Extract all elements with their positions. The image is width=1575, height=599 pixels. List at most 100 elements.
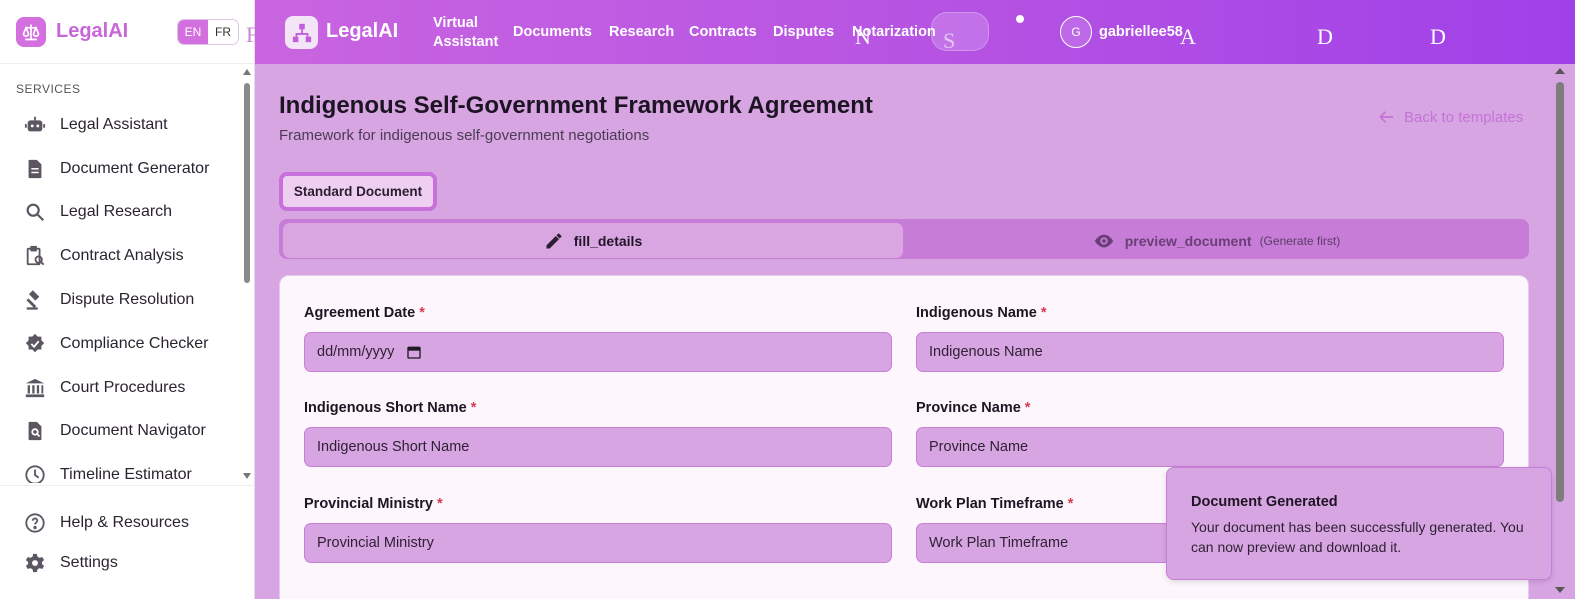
- nav-pill-button[interactable]: [931, 12, 989, 51]
- sidebar-item-help[interactable]: Help & Resources: [0, 503, 255, 543]
- back-link-label: Back to templates: [1404, 108, 1524, 126]
- sidebar-header: LegalAI EN FR F: [0, 0, 258, 64]
- sidebar-footer: Help & Resources Settings: [0, 485, 255, 583]
- sidebar-item-label: Timeline Estimator: [60, 466, 192, 483]
- notification-dot: [1016, 15, 1024, 23]
- sidebar-item-document-navigator[interactable]: Document Navigator: [0, 410, 240, 454]
- work-plan-timeframe-label: Work Plan Timeframe *: [916, 496, 1073, 512]
- scroll-down-arrow-icon[interactable]: [241, 471, 253, 481]
- toast-title: Document Generated: [1191, 494, 1338, 510]
- required-mark: *: [1040, 305, 1047, 321]
- lang-en-button[interactable]: EN: [178, 20, 208, 44]
- nav-disputes[interactable]: Disputes: [773, 24, 834, 40]
- avatar[interactable]: G: [1060, 16, 1092, 48]
- lang-fr-button[interactable]: FR: [208, 20, 238, 44]
- required-mark: *: [436, 496, 443, 512]
- sidebar-item-label: Document Navigator: [60, 422, 206, 440]
- arrow-left-icon: [1379, 111, 1393, 123]
- sidebar-item-court-procedures[interactable]: Court Procedures: [0, 366, 240, 410]
- sidebar-item-compliance-checker[interactable]: Compliance Checker: [0, 322, 240, 366]
- sidebar: LegalAI EN FR F SERVICES Legal Assistant…: [0, 0, 258, 599]
- tab-fill-details[interactable]: fill_details: [283, 223, 903, 258]
- indigenous-short-name-field[interactable]: [304, 427, 892, 467]
- tab-hint: (Generate first): [1259, 233, 1341, 248]
- calendar-icon[interactable]: [406, 344, 422, 360]
- nav-glyph-d2: D: [1430, 24, 1446, 49]
- agreement-date-field[interactable]: dd/mm/yyyy: [304, 332, 892, 372]
- pencil-icon: [546, 233, 562, 248]
- sidebar-item-label: Compliance Checker: [60, 334, 209, 352]
- agreement-date-label: Agreement Date *: [304, 305, 425, 321]
- document-search-icon: [24, 420, 46, 442]
- sidebar-item-document-generator[interactable]: Document Generator: [0, 147, 240, 191]
- nav-glyph-d1: D: [1317, 24, 1333, 49]
- scroll-up-arrow-icon[interactable]: [241, 67, 253, 77]
- tab-bar: fill_details preview_document (Generate …: [279, 219, 1529, 259]
- sidebar-item-label: Court Procedures: [60, 378, 186, 396]
- clock-icon: [24, 464, 46, 483]
- scroll-down-arrow-icon[interactable]: [1553, 585, 1567, 595]
- province-name-field[interactable]: [916, 427, 1504, 467]
- date-placeholder: dd/mm/yyyy: [317, 344, 395, 360]
- gear-icon: [24, 552, 46, 574]
- sidebar-item-label: Settings: [60, 554, 118, 571]
- sidebar-scrollbar[interactable]: [241, 67, 253, 482]
- nav-contracts[interactable]: Contracts: [689, 24, 757, 40]
- provincial-ministry-field[interactable]: [304, 523, 892, 563]
- top-navigation-bar: LegalAI Virtual Assistant Documents Rese…: [255, 0, 1575, 64]
- standard-document-button[interactable]: Standard Document: [279, 172, 437, 211]
- document-icon: [24, 158, 46, 180]
- verified-badge-icon: [24, 333, 46, 355]
- robot-icon: [24, 114, 46, 136]
- org-chart-logo-icon[interactable]: [285, 16, 318, 49]
- sidebar-scroll-thumb[interactable]: [244, 83, 250, 283]
- sidebar-item-label: Document Generator: [60, 159, 210, 177]
- nav-label-line2: Assistant: [433, 34, 499, 50]
- nav-virtual-assistant[interactable]: Virtual Assistant: [433, 14, 498, 52]
- province-name-label: Province Name *: [916, 400, 1030, 416]
- indigenous-name-label: Indigenous Name *: [916, 305, 1047, 321]
- nav-glyph-a: A: [1180, 24, 1196, 49]
- scales-logo-icon[interactable]: [16, 16, 46, 47]
- tab-label: preview_document: [1124, 232, 1252, 249]
- nav-research[interactable]: Research: [609, 24, 674, 40]
- sidebar-item-label: Dispute Resolution: [60, 291, 195, 309]
- nav-documents[interactable]: Documents: [513, 24, 592, 40]
- clipboard-search-icon: [24, 245, 46, 267]
- indigenous-short-name-label: Indigenous Short Name *: [304, 400, 476, 416]
- label-text: Province Name: [916, 400, 1021, 416]
- gavel-icon: [24, 289, 46, 311]
- tab-preview-document[interactable]: preview_document (Generate first): [909, 223, 1524, 258]
- services-heading: SERVICES: [16, 82, 81, 96]
- required-mark: *: [1067, 496, 1074, 512]
- nav-glyph-s: S: [943, 28, 956, 53]
- label-text: Indigenous Name: [916, 305, 1037, 321]
- username[interactable]: gabriellee58: [1099, 24, 1183, 40]
- toast-notification[interactable]: Document Generated Your document has bee…: [1166, 467, 1552, 580]
- sidebar-item-contract-analysis[interactable]: Contract Analysis: [0, 234, 240, 278]
- indigenous-name-field[interactable]: [916, 332, 1504, 372]
- required-mark: *: [470, 400, 477, 416]
- topnav-brand[interactable]: LegalAI: [326, 20, 398, 43]
- main-scroll-thumb[interactable]: [1556, 82, 1564, 502]
- sidebar-item-settings[interactable]: Settings: [0, 543, 255, 583]
- scroll-up-arrow-icon[interactable]: [1553, 66, 1567, 76]
- sidebar-brand[interactable]: LegalAI: [56, 20, 128, 43]
- sidebar-item-label: Legal Research: [60, 203, 173, 221]
- sidebar-item-dispute-resolution[interactable]: Dispute Resolution: [0, 278, 240, 322]
- sidebar-item-legal-assistant[interactable]: Legal Assistant: [0, 103, 240, 147]
- sidebar-item-label: Legal Assistant: [60, 115, 168, 133]
- help-circle-icon: [24, 512, 46, 534]
- required-mark: *: [1024, 400, 1031, 416]
- sidebar-item-label: Help & Resources: [60, 514, 189, 531]
- sidebar-item-timeline-estimator[interactable]: Timeline Estimator: [0, 453, 240, 483]
- sidebar-item-legal-research[interactable]: Legal Research: [0, 191, 240, 235]
- tab-label: fill_details: [573, 232, 643, 249]
- back-to-templates-link[interactable]: Back to templates: [1378, 108, 1523, 126]
- nav-glyph-n: N: [855, 24, 871, 49]
- page-title: Indigenous Self-Government Framework Agr…: [279, 92, 873, 119]
- label-text: Agreement Date: [304, 305, 416, 321]
- label-text: Provincial Ministry: [304, 496, 433, 512]
- sidebar-item-label: Contract Analysis: [60, 247, 184, 265]
- main-scrollbar[interactable]: [1553, 64, 1567, 599]
